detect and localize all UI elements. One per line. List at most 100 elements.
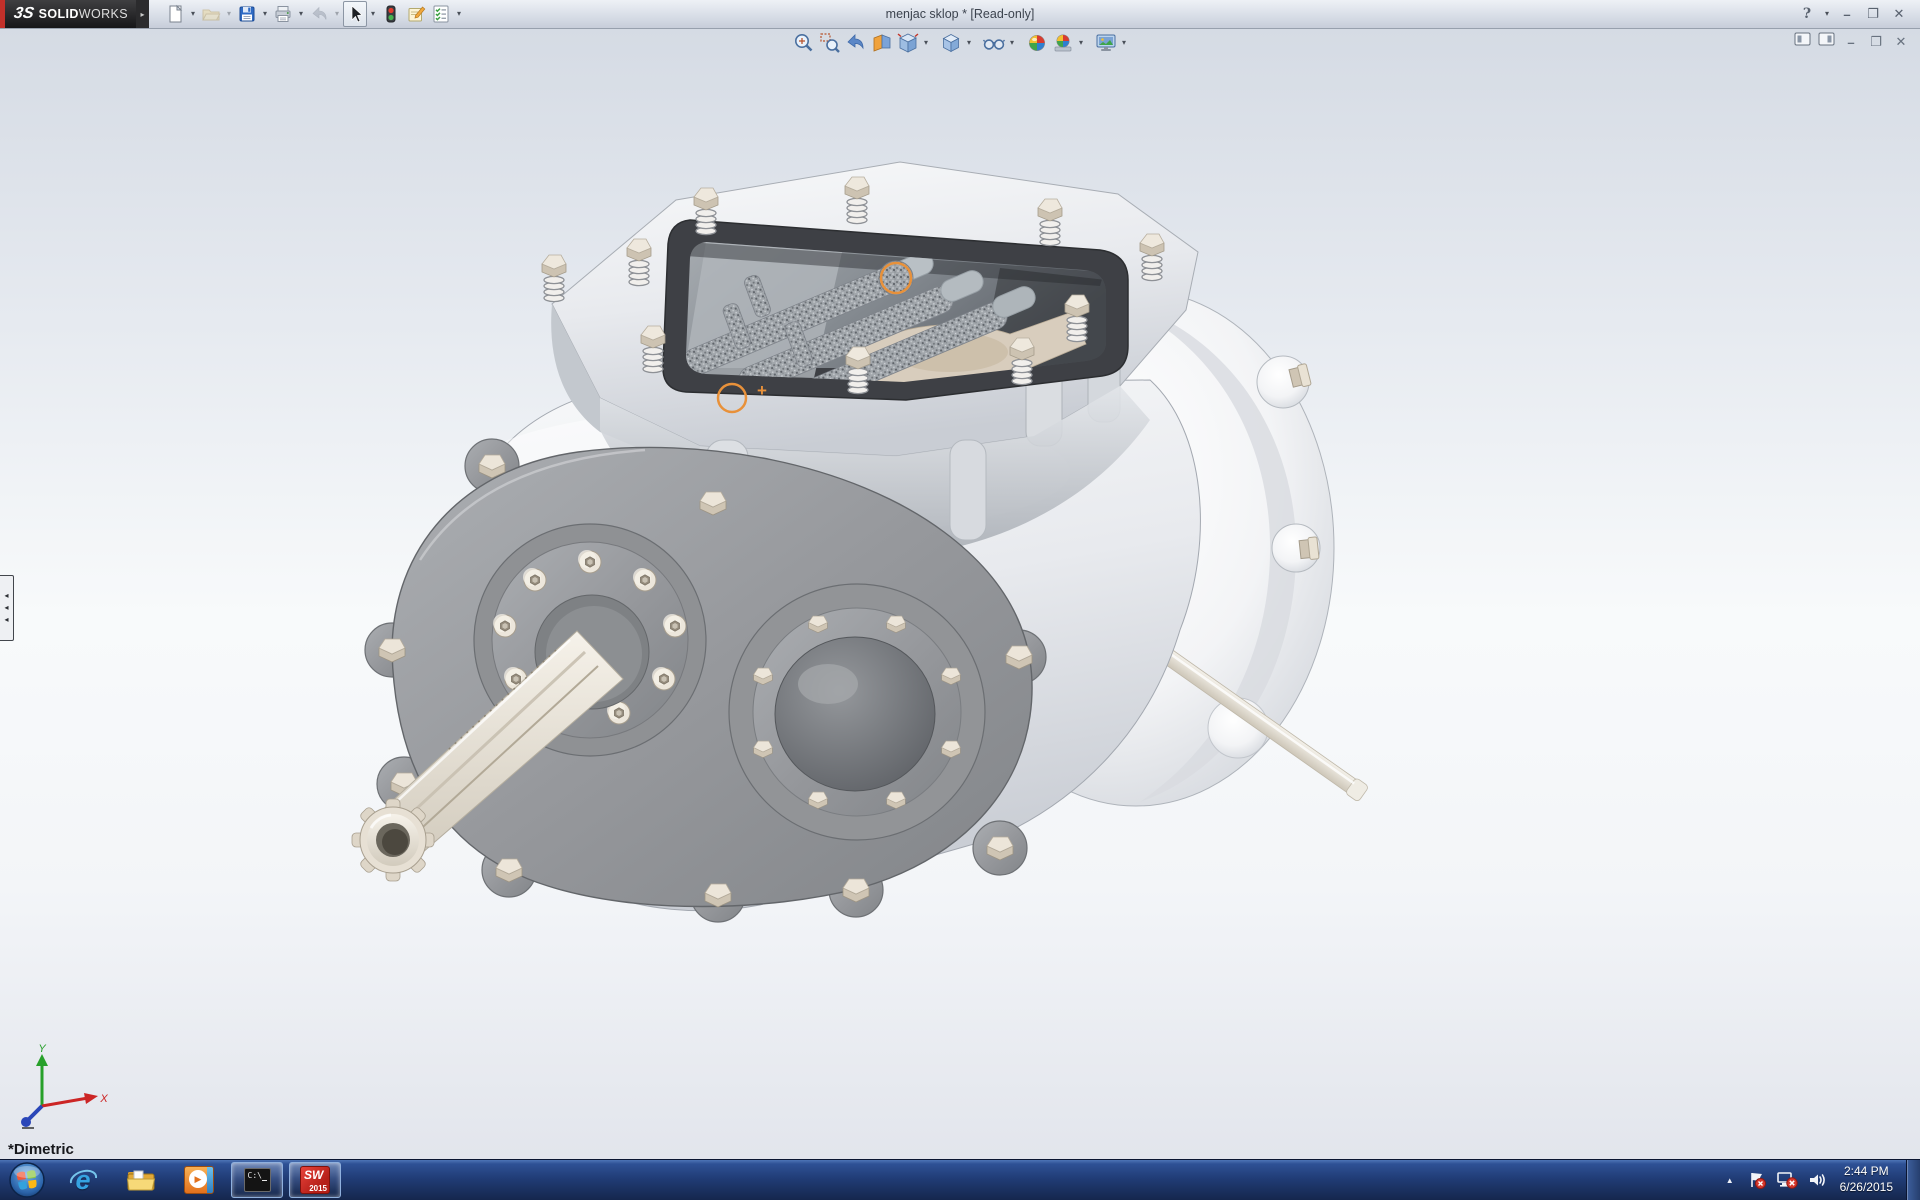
- 3d-viewport[interactable]: +: [0, 28, 1920, 1160]
- hide-show-items-dropdown[interactable]: ▾: [1007, 31, 1017, 55]
- view-settings-dropdown[interactable]: ▾: [1119, 31, 1129, 55]
- minimize-button[interactable]: –: [1836, 7, 1858, 22]
- tray-date: 6/26/2015: [1840, 1180, 1893, 1196]
- section-view-icon: [870, 31, 894, 55]
- options-checklist-dropdown[interactable]: ▾: [454, 2, 464, 26]
- highlighted-gear-tooth[interactable]: [879, 261, 913, 295]
- view-orientation-cube-icon: [896, 31, 920, 55]
- traffic-light-button[interactable]: [379, 1, 403, 27]
- system-tray: ▲ 2:44 PM 6/26/2015: [1722, 1160, 1920, 1200]
- taskbar-solidworks-2015[interactable]: SW 2015: [289, 1162, 341, 1198]
- logo-3s-mark: 3S: [12, 5, 35, 23]
- taskbar-internet-explorer[interactable]: e: [57, 1162, 109, 1198]
- hide-show-items-button[interactable]: [981, 30, 1007, 56]
- gearbox-model[interactable]: +: [352, 162, 1369, 922]
- action-center-flag-icon[interactable]: [1747, 1170, 1767, 1190]
- solidworks-logo: 3S SOLID WORKS ▸: [0, 0, 149, 28]
- doc-close-button[interactable]: ✕: [1892, 34, 1910, 50]
- open-button[interactable]: [199, 1, 223, 27]
- featuremanager-collapsed-tab[interactable]: ◂ ◂ ◂: [0, 575, 14, 641]
- logo-brand-bold: SOLID: [39, 7, 79, 21]
- triad-y-label: Y: [38, 1044, 46, 1055]
- doc-restore-button[interactable]: ❐: [1867, 34, 1885, 50]
- show-hidden-icons-button[interactable]: ▲: [1722, 1172, 1738, 1189]
- taskbar-clock[interactable]: 2:44 PM 6/26/2015: [1840, 1164, 1893, 1195]
- options-checklist-button[interactable]: [429, 1, 453, 27]
- menu-expand-arrow-icon[interactable]: ▸: [136, 0, 149, 28]
- edit-appearance-button[interactable]: [1024, 30, 1050, 56]
- new-document-icon: [165, 4, 185, 24]
- print-button[interactable]: [271, 1, 295, 27]
- selection-plus-icon: +: [757, 381, 767, 400]
- edit-note-button[interactable]: [404, 1, 428, 27]
- display-style-button[interactable]: [938, 30, 964, 56]
- display-style-dropdown[interactable]: ▾: [964, 31, 974, 55]
- taskbar-file-explorer[interactable]: [115, 1162, 167, 1198]
- undo-arrow-icon: [309, 4, 329, 24]
- restore-button[interactable]: ❐: [1862, 6, 1884, 22]
- select-tool-dropdown[interactable]: ▾: [368, 2, 378, 26]
- network-status-icon[interactable]: [1776, 1170, 1798, 1190]
- logo-brand-light: WORKS: [79, 7, 128, 21]
- command-prompt-icon: C:\: [244, 1168, 271, 1192]
- input-shaft-spline-end[interactable]: [352, 799, 434, 881]
- graphics-area: + ▾ ▾ ▾ ▾ ▾: [0, 28, 1920, 1160]
- featuremanager-pane-right-button[interactable]: [1818, 32, 1835, 52]
- print-icon: [273, 4, 293, 24]
- solidworks-window: 3S SOLID WORKS ▸ ▾ ▾ ▾ ▾ ▾ ▾: [0, 0, 1920, 1200]
- print-dropdown[interactable]: ▾: [296, 2, 306, 26]
- previous-view-button[interactable]: [843, 30, 869, 56]
- zoom-to-fit-button[interactable]: [791, 30, 817, 56]
- doc-minimize-button[interactable]: –: [1842, 35, 1860, 50]
- windows-start-orb-icon: [8, 1161, 46, 1199]
- collapse-arrow-icon: ◂: [4, 590, 8, 602]
- coordinate-triad: Y X: [14, 1044, 114, 1132]
- view-settings-button[interactable]: [1093, 30, 1119, 56]
- open-dropdown[interactable]: ▾: [224, 2, 234, 26]
- open-folder-icon: [201, 4, 221, 24]
- document-window-controls: – ❐ ✕: [1794, 32, 1910, 52]
- options-checklist-icon: [431, 4, 451, 24]
- save-button[interactable]: [235, 1, 259, 27]
- headsup-view-toolbar: ▾ ▾ ▾ ▾ ▾: [791, 30, 1129, 56]
- apply-scene-icon: [1051, 31, 1075, 55]
- right-bearing-dome[interactable]: [729, 584, 985, 840]
- traffic-light-icon: [381, 4, 401, 24]
- internet-explorer-ring-icon: [66, 1165, 100, 1195]
- triad-x-label: X: [99, 1093, 108, 1105]
- collapse-arrow-icon: ◂: [4, 602, 8, 614]
- taskbar-media-player[interactable]: ▶: [173, 1162, 225, 1198]
- volume-icon[interactable]: [1807, 1170, 1827, 1190]
- section-view-button[interactable]: [869, 30, 895, 56]
- apply-scene-dropdown[interactable]: ▾: [1076, 31, 1086, 55]
- save-dropdown[interactable]: ▾: [260, 2, 270, 26]
- show-desktop-button[interactable]: [1906, 1160, 1920, 1200]
- new-document-dropdown[interactable]: ▾: [188, 2, 198, 26]
- zoom-to-fit-icon: [792, 31, 816, 55]
- new-document-button[interactable]: [163, 1, 187, 27]
- taskbar-command-prompt[interactable]: C:\: [231, 1162, 283, 1198]
- zoom-to-area-button[interactable]: [817, 30, 843, 56]
- apply-scene-button[interactable]: [1050, 30, 1076, 56]
- start-button[interactable]: [0, 1160, 54, 1200]
- undo-dropdown[interactable]: ▾: [332, 2, 342, 26]
- select-cursor-icon: [345, 4, 365, 24]
- help-button[interactable]: ?: [1796, 6, 1818, 22]
- view-orientation-dropdown[interactable]: ▾: [921, 31, 931, 55]
- select-tool-button[interactable]: [343, 1, 367, 27]
- main-toolbar: ▾ ▾ ▾ ▾ ▾ ▾ ▾: [163, 1, 464, 27]
- help-dropdown[interactable]: ▾: [1822, 2, 1832, 26]
- save-floppy-icon: [237, 4, 257, 24]
- folder-icon: [126, 1167, 156, 1193]
- rear-hex-bolt[interactable]: [1299, 537, 1319, 561]
- solidworks-2015-icon: SW 2015: [300, 1166, 330, 1194]
- collapse-arrow-icon: ◂: [4, 614, 8, 626]
- undo-button[interactable]: [307, 1, 331, 27]
- view-orientation-button[interactable]: [895, 30, 921, 56]
- edit-note-icon: [406, 4, 426, 24]
- tray-time: 2:44 PM: [1840, 1164, 1893, 1180]
- view-settings-monitor-icon: [1094, 31, 1118, 55]
- featuremanager-pane-left-button[interactable]: [1794, 32, 1811, 52]
- close-button[interactable]: ✕: [1888, 6, 1910, 22]
- zoom-to-area-icon: [818, 31, 842, 55]
